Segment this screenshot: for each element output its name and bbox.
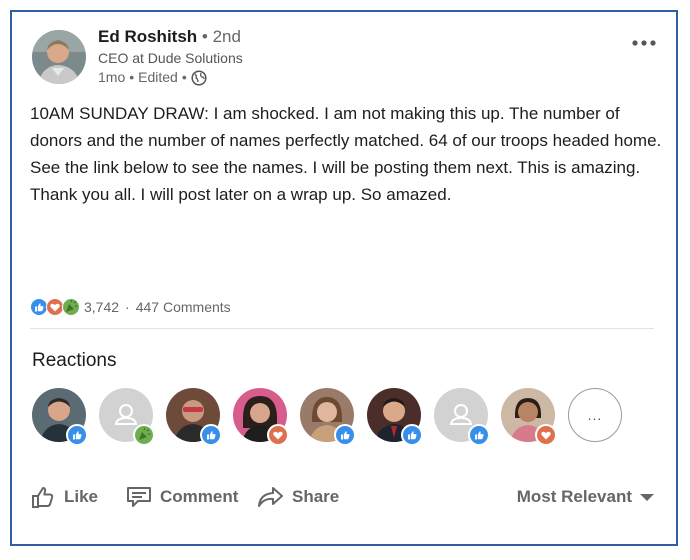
reactor-avatar[interactable] (501, 388, 557, 446)
divider (30, 328, 654, 329)
comments-count[interactable]: 447 Comments (136, 299, 231, 315)
post-header: Ed Roshitsh • 2nd CEO at Dude Solutions … (30, 26, 658, 86)
reactors-list: ... (32, 388, 652, 448)
reactions-heading: Reactions (32, 350, 117, 371)
post-card: Ed Roshitsh • 2nd CEO at Dude Solutions … (10, 10, 678, 546)
author-name[interactable]: Ed Roshitsh (98, 27, 197, 46)
globe-icon (191, 69, 207, 86)
share-label: Share (292, 487, 340, 506)
like-label: Like (64, 487, 99, 506)
share-icon (258, 487, 283, 507)
reactor-avatar[interactable] (166, 388, 222, 446)
like-badge-icon (468, 424, 490, 446)
reactor-avatar[interactable] (99, 388, 155, 446)
share-button[interactable]: Share (256, 482, 339, 512)
celebrate-reaction-icon (62, 298, 80, 316)
reactor-avatar[interactable] (32, 388, 88, 446)
post-time: 1mo (98, 69, 126, 85)
like-badge-icon (66, 424, 88, 446)
reactor-avatar[interactable] (300, 388, 356, 446)
like-badge-icon (200, 424, 222, 446)
chevron-down-icon (640, 494, 654, 501)
author-avatar[interactable] (32, 30, 86, 84)
social-counts[interactable]: 3,742 · 447 Comments (30, 296, 231, 318)
reaction-icons (30, 298, 80, 316)
connection-degree: • 2nd (201, 27, 241, 46)
author-headline: CEO at Dude Solutions (98, 50, 243, 66)
post-body: 10AM SUNDAY DRAW: I am shocked. I am not… (30, 104, 662, 204)
edited-label: Edited (138, 69, 178, 85)
like-button[interactable]: Like (30, 482, 98, 512)
count-separator: · (125, 299, 130, 315)
action-bar: Like Comment Share Most Relevant (30, 482, 660, 512)
post-meta: 1mo • Edited • (98, 68, 243, 87)
sort-dropdown[interactable]: Most Relevant (517, 482, 654, 512)
more-reactors-button[interactable]: ... (568, 388, 622, 442)
author-line: Ed Roshitsh • 2nd (98, 26, 243, 48)
love-badge-icon (535, 424, 557, 446)
comment-button[interactable]: Comment (126, 482, 238, 512)
love-badge-icon (267, 424, 289, 446)
reactor-avatar[interactable] (434, 388, 490, 446)
celebrate-badge-icon (133, 424, 155, 446)
reactor-avatar[interactable] (367, 388, 423, 446)
like-badge-icon (334, 424, 356, 446)
reactor-avatar[interactable] (233, 388, 289, 446)
like-icon (32, 487, 54, 508)
comment-label: Comment (160, 487, 239, 506)
more-options-icon[interactable] (630, 34, 658, 52)
like-badge-icon (401, 424, 423, 446)
reaction-count[interactable]: 3,742 (84, 299, 119, 315)
sort-label: Most Relevant (516, 487, 632, 506)
comment-icon (127, 487, 151, 507)
meta-dot: • (181, 69, 187, 85)
meta-dot: • (129, 69, 135, 85)
author-info: Ed Roshitsh • 2nd CEO at Dude Solutions … (98, 26, 243, 87)
